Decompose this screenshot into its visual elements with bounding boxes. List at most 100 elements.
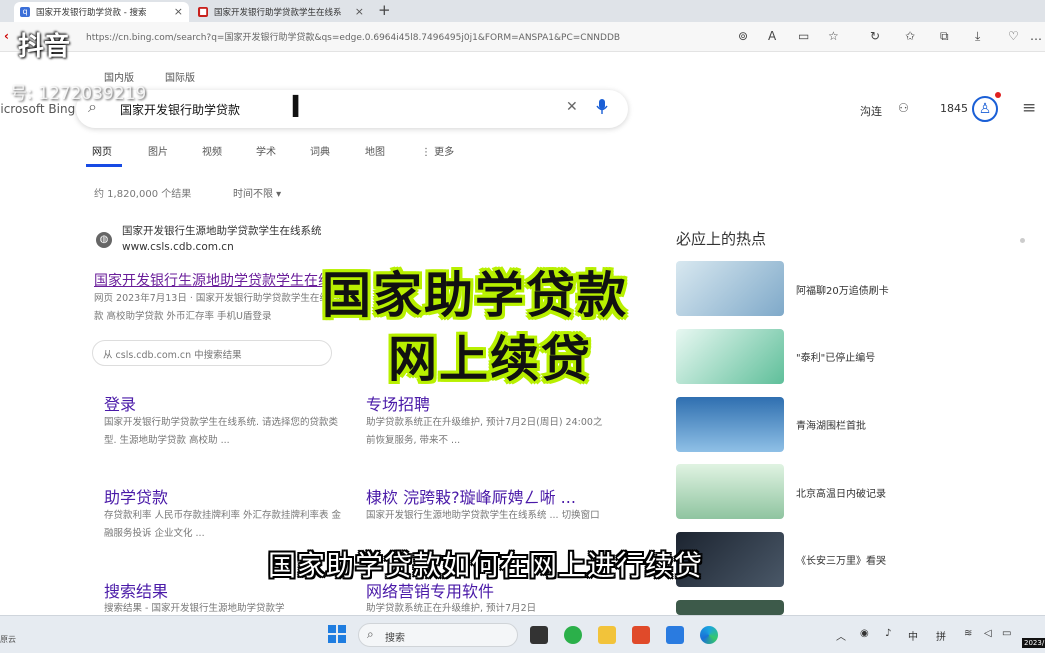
favorite-icon[interactable]: ☆	[828, 29, 839, 43]
nav-maps[interactable]: 地图	[365, 143, 385, 158]
windows-taskbar: 原云 ⌕ 搜索 ︿ ◉ ♪ 中 拼 ≋ ◁ ▭ 2023/	[0, 615, 1045, 653]
taskbar-left-text: 原云	[0, 635, 16, 644]
notification-dot	[995, 92, 1001, 98]
tab-strip: q 国家开发银行助学贷款 - 搜索 × ■ 国家开发银行助学贷款学生在线系 × …	[0, 0, 1045, 22]
scroll-dot	[1020, 238, 1025, 243]
taskbar-search-label: 搜索	[385, 633, 405, 644]
refresh-icon[interactable]: ↻	[870, 29, 880, 43]
tray-app-icon[interactable]: ◉	[860, 628, 869, 639]
nav-web[interactable]: 网页	[92, 143, 112, 158]
result-site-name[interactable]: 国家开发银行生源地助学贷款学生在线系统	[122, 223, 322, 238]
input-method-pinyin[interactable]: 拼	[936, 628, 946, 643]
input-method-cn[interactable]: 中	[908, 628, 918, 643]
new-tab-button[interactable]: +	[378, 1, 391, 19]
hotspot-thumbnail[interactable]	[676, 397, 784, 452]
tab-bing-search[interactable]: q 国家开发银行助学贷款 - 搜索 ×	[14, 2, 189, 22]
location-icon[interactable]: ⊚	[738, 29, 748, 43]
site-search-placeholder: 从 csls.cdb.com.cn 中搜索结果	[103, 350, 242, 361]
hotspots-heading: 必应上的热点	[676, 230, 767, 248]
region-tab-international[interactable]: 国际版	[165, 69, 195, 84]
deeplink-desc: 存贷款利率 人民币存款挂牌利率 外汇存款挂牌利率表 金融服务投诉 企业文化 ..…	[104, 510, 342, 539]
photos-icon[interactable]	[666, 626, 684, 644]
back-icon[interactable]: ‹	[4, 29, 9, 43]
deeplink-title[interactable]: 搜索结果	[104, 578, 168, 602]
video-subtitle: 国家助学贷款如何在网上进行续贷	[268, 549, 704, 582]
wifi-icon[interactable]: ≋	[964, 628, 972, 639]
douyin-id: 号: 1272039219	[10, 84, 147, 104]
battery-icon[interactable]: ▭	[1002, 628, 1011, 639]
hotspot-item[interactable]: 青海湖围栏首批	[796, 417, 866, 432]
deeplink-desc: 国家开发银行生源地助学贷款学生在线系统 ... 切换窗口	[366, 510, 600, 521]
rewards-points[interactable]: 1845	[940, 102, 968, 115]
file-explorer-icon[interactable]	[598, 626, 616, 644]
hotspot-thumbnail[interactable]	[676, 329, 784, 384]
douyin-watermark: 抖音	[18, 32, 71, 62]
hotspot-item[interactable]: 北京高温日内破记录	[796, 485, 886, 500]
time-filter[interactable]: 时间不限 ▾	[233, 185, 281, 200]
hotspot-item[interactable]: 《长安三万里》看哭	[796, 552, 886, 567]
address-bar-row: ‹ https://cn.bing.com/search?q=国家开发银行助学贷…	[0, 22, 1045, 52]
taskbar-search[interactable]: ⌕ 搜索	[358, 623, 518, 647]
search-icon: ⌕	[367, 627, 374, 641]
overlay-title-line2: 网上续贷	[388, 331, 593, 388]
bing-favicon: q	[20, 7, 30, 17]
user-name[interactable]: 沟连	[860, 103, 882, 119]
bing-logo[interactable]: Microsoft Bing	[0, 102, 75, 116]
user-icon[interactable]: ⚇	[898, 101, 909, 115]
download-icon[interactable]: ⤓	[975, 29, 980, 44]
task-view-icon[interactable]	[530, 626, 548, 644]
result-snippet: 网页 2023年7月13日 · 国家开发银行助学贷款学生在线系统	[94, 293, 348, 304]
extensions-icon[interactable]: ♡	[1008, 29, 1019, 43]
wps-icon[interactable]	[632, 626, 650, 644]
deeplink-title[interactable]: 助学贷款	[104, 484, 168, 508]
nav-videos[interactable]: 视频	[202, 143, 222, 158]
overlay-title-line1: 国家助学贷款	[322, 267, 629, 324]
search-box[interactable]: ⌕ 国家开发银行助学贷款 ✕	[76, 90, 628, 128]
microphone-icon[interactable]: ♪	[885, 628, 891, 639]
globe-icon: ◍	[96, 232, 112, 248]
chevron-up-icon[interactable]: ︿	[836, 628, 846, 643]
nav-dictionary[interactable]: 词典	[310, 143, 330, 158]
deeplink-title[interactable]: 登录	[104, 391, 136, 415]
site-search-input[interactable]: 从 csls.cdb.com.cn 中搜索结果	[92, 340, 332, 366]
cdb-favicon: ■	[198, 7, 208, 17]
tab-title: 国家开发银行助学贷款学生在线系	[214, 8, 342, 18]
app-icon[interactable]: ▭	[798, 29, 809, 43]
deeplink-desc: 助学贷款系统正在升级维护, 预计7月2日(周日) 24:00之前恢复服务, 带来…	[366, 417, 603, 446]
nav-more[interactable]: ⋮ 更多	[421, 143, 454, 158]
app-icon[interactable]	[564, 626, 582, 644]
hotspot-thumbnail[interactable]	[676, 261, 784, 316]
edge-icon[interactable]	[700, 626, 718, 644]
clear-icon[interactable]: ✕	[566, 99, 578, 115]
hotspot-item[interactable]: "泰利"已停止编号	[796, 349, 875, 364]
nav-active-indicator	[86, 164, 122, 167]
close-tab-icon[interactable]: ×	[174, 5, 183, 18]
hotspot-thumbnail[interactable]	[676, 464, 784, 519]
tab-cdb-system[interactable]: ■ 国家开发银行助学贷款学生在线系 ×	[192, 2, 370, 22]
deeplink-desc: 国家开发银行助学贷款学生在线系统. 请选择您的贷款类型. 生源地助学贷款 高校助…	[104, 417, 339, 446]
volume-icon[interactable]: ◁	[984, 628, 992, 639]
result-snippet: 款 高校助学贷款 外币汇存率 手机U盾登录	[94, 311, 272, 322]
nav-academic[interactable]: 学术	[256, 143, 276, 158]
result-site-url[interactable]: www.csls.cdb.com.cn	[122, 241, 234, 253]
deeplink-title[interactable]: 棣栨 浣跨敤?璇峰厛娉ㄥ唽 ...	[366, 484, 576, 508]
microphone-icon[interactable]	[596, 99, 608, 115]
result-title-link[interactable]: 国家开发银行生源地助学贷款学生在线系统	[94, 270, 360, 290]
deeplink-title[interactable]: 专场招聘	[366, 391, 430, 415]
favorites-icon[interactable]: ✩	[905, 29, 915, 43]
more-icon[interactable]: …	[1030, 29, 1042, 43]
windows-start-icon[interactable]	[328, 625, 346, 643]
collections-icon[interactable]: ⧉	[940, 29, 949, 44]
text-cursor-icon: I	[290, 90, 302, 125]
nav-images[interactable]: 图片	[148, 143, 168, 158]
hotspot-thumbnail[interactable]	[676, 600, 784, 615]
clock[interactable]: 2023/	[1022, 638, 1045, 648]
tab-title: 国家开发银行助学贷款 - 搜索	[36, 8, 147, 18]
read-aloud-icon[interactable]: A	[768, 29, 776, 43]
menu-icon[interactable]: ≡	[1022, 98, 1036, 118]
result-count: 约 1,820,000 个结果	[94, 189, 192, 200]
rewards-icon[interactable]: ♙	[972, 96, 998, 122]
address-bar[interactable]: https://cn.bing.com/search?q=国家开发银行助学贷款&…	[86, 30, 620, 43]
close-tab-icon[interactable]: ×	[355, 5, 364, 18]
hotspot-item[interactable]: 阿福聊20万追债刷卡	[796, 282, 889, 297]
